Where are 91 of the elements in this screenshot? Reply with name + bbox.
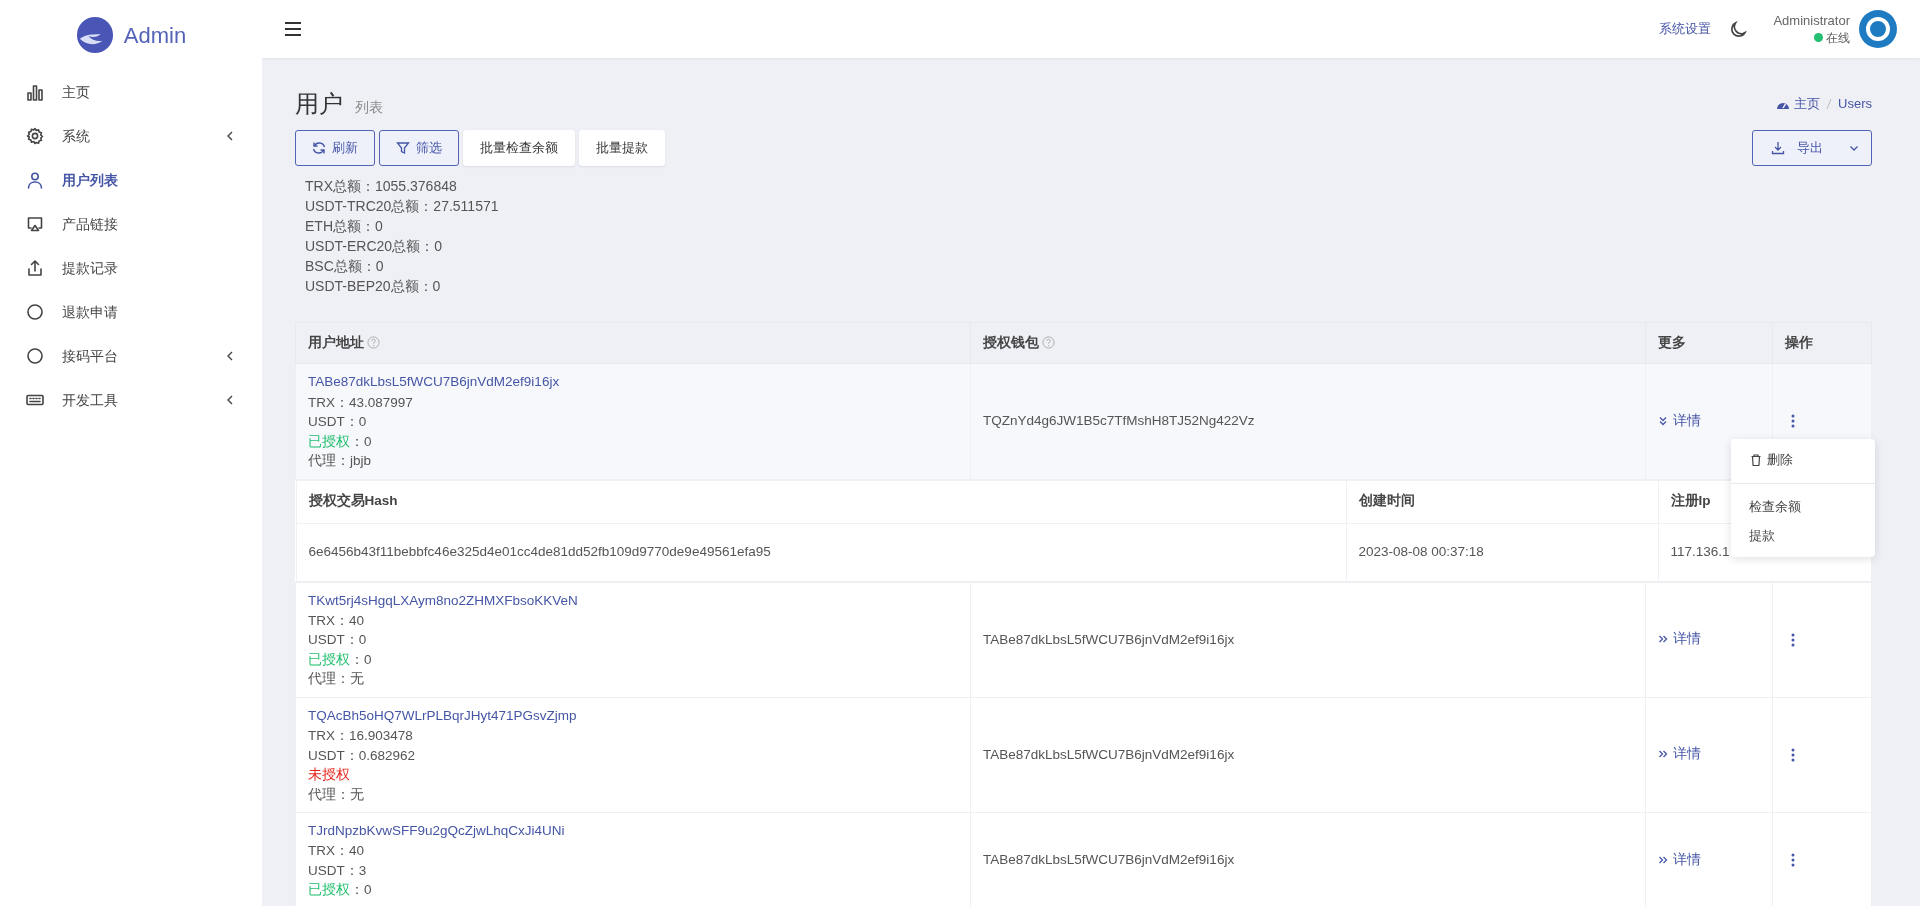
address-link[interactable]: TKwt5rj4sHgqLXAym8no2ZHMXFbsoKKVeN <box>308 590 578 610</box>
usdt-balance: USDT：3 <box>308 861 368 880</box>
logo-text: Admin <box>123 21 187 50</box>
column-header: 注册Ip <box>1670 493 1711 509</box>
menu-item[interactable]: 删除 <box>1731 445 1875 475</box>
sidebar-item[interactable]: 提款记录 <box>0 246 262 290</box>
authorization-status: 已授权：0 <box>308 432 373 451</box>
breadcrumb-link[interactable]: 主页 <box>1776 94 1821 114</box>
more-vertical-icon[interactable] <box>1791 632 1795 647</box>
total-text: USDT-BEP20总额：0 <box>304 277 442 296</box>
chevron-double-down-icon <box>1658 415 1668 426</box>
menu-item[interactable]: 提款 <box>1731 521 1875 551</box>
logo-icon <box>75 16 114 54</box>
bar-chart-icon <box>26 83 44 101</box>
authorization-status: 已授权：0 <box>308 881 373 900</box>
wallet-address: TABe87dkLbsL5fWCU7B6jnVdM2ef9i16jx <box>983 746 1235 762</box>
settings-icon <box>26 127 44 145</box>
column-header: 授权交易Hash <box>308 493 398 509</box>
usdt-balance: USDT：0 <box>308 413 368 431</box>
chevron-double-right-icon <box>1658 634 1668 645</box>
trx-balance: TRX：40 <box>308 611 366 630</box>
agent-text: 代理：jbjb <box>308 452 372 470</box>
menu-icon[interactable] <box>284 21 302 37</box>
breadcrumb-link[interactable]: Users <box>1838 94 1872 114</box>
circle-icon <box>26 347 44 365</box>
authorization-status: 未授权 <box>308 766 351 784</box>
sidebar-item[interactable]: 主页 <box>0 70 262 114</box>
sidebar-item[interactable]: 产品链接 <box>0 202 262 246</box>
agent-text: 代理：无 <box>308 785 365 804</box>
total-text: BSC总额：0 <box>304 257 385 276</box>
chevron-double-right-icon <box>1658 749 1668 760</box>
sidebar-item[interactable]: 开发工具 <box>0 378 262 422</box>
user-name: Administrator <box>1773 12 1850 30</box>
wallet-address: TABe87dkLbsL5fWCU7B6jnVdM2ef9i16jx <box>983 852 1235 868</box>
upload-icon <box>26 259 44 277</box>
table-cell: 2023-08-08 00:37:18 <box>1358 543 1484 559</box>
agent-text: 代理：无 <box>308 670 365 689</box>
table-cell: 117.136.1 <box>1670 543 1730 559</box>
circle-icon <box>26 303 44 321</box>
column-header: 授权钱包 <box>983 335 1039 350</box>
breadcrumb-divider <box>1826 98 1833 110</box>
address-link[interactable]: TABe87dkLbsL5fWCU7B6jnVdM2ef9i16jx <box>308 372 560 392</box>
user-icon <box>26 171 44 189</box>
column-header: 操作 <box>1785 335 1813 350</box>
export-button[interactable]: 导出 <box>1752 130 1872 166</box>
usdt-balance: USDT：0 <box>308 631 368 650</box>
address-link[interactable]: TJrdNpzbKvwSFF9u2gQcZjwLhqCxJi4UNi <box>308 821 565 841</box>
chevron-double-right-icon <box>1658 854 1668 865</box>
total-text: USDT-TRC20总额：27.511571 <box>304 197 500 216</box>
details-link[interactable]: 详情 <box>1658 628 1701 650</box>
status-text: 在线 <box>1826 29 1850 46</box>
toolbar-button[interactable]: 批量提款 <box>579 130 665 166</box>
total-text: ETH总额：0 <box>304 217 384 236</box>
column-header: 用户地址 <box>308 335 364 350</box>
toolbar-button[interactable]: 批量检查余额 <box>463 130 575 166</box>
trx-balance: TRX：43.087997 <box>308 393 414 412</box>
details-link[interactable]: 详情 <box>1658 744 1701 765</box>
table-cell: 6e6456b43f11bebbfc46e325d4e01cc4de81dd52fb109d9770de9e49561efa95 <box>308 543 771 559</box>
page-subtitle: 列表 <box>355 98 383 117</box>
sidebar-item[interactable]: 用户列表 <box>0 158 262 202</box>
sidebar-item[interactable]: 接码平台 <box>0 334 262 378</box>
status-dot <box>1814 33 1823 43</box>
column-header: 创建时间 <box>1358 493 1415 509</box>
trx-balance: TRX：40 <box>308 842 366 861</box>
address-link[interactable]: TQAcBh5oHQ7WLrPLBqrJHyt471PGsvZjmp <box>308 705 577 726</box>
download-icon <box>1771 141 1785 155</box>
sidebar-item[interactable]: 系统 <box>0 114 262 158</box>
filter-icon <box>396 141 410 155</box>
refresh-icon <box>312 141 326 155</box>
page-title: 用户 <box>295 89 343 119</box>
settings-link[interactable]: 系统设置 <box>1659 19 1712 39</box>
toolbar-button[interactable]: 刷新 <box>295 130 375 166</box>
authorization-status: 已授权：0 <box>308 650 373 669</box>
trash-icon <box>1749 453 1763 468</box>
wallet-address: TQZnYd4g6JW1B5c7TfMshH8TJ52Ng422Vz <box>983 413 1255 429</box>
toolbar-button[interactable]: 筛选 <box>379 130 459 166</box>
usdt-balance: USDT：0.682962 <box>308 746 417 765</box>
more-vertical-icon[interactable] <box>1791 853 1795 868</box>
monitor-icon <box>26 215 44 233</box>
menu-item[interactable]: 检查余额 <box>1731 491 1875 522</box>
total-text: USDT-ERC20总额：0 <box>304 237 443 256</box>
more-vertical-icon[interactable] <box>1791 747 1795 762</box>
wallet-address: TABe87dkLbsL5fWCU7B6jnVdM2ef9i16jx <box>983 631 1235 647</box>
trx-balance: TRX：16.903478 <box>308 727 414 745</box>
total-text: TRX总额：1055.376848 <box>304 177 458 196</box>
details-link[interactable]: 详情 <box>1658 849 1701 870</box>
column-header: 更多 <box>1658 335 1686 350</box>
more-vertical-icon[interactable] <box>1791 414 1795 429</box>
sidebar-item[interactable]: 退款申请 <box>0 290 262 334</box>
details-link[interactable]: 详情 <box>1658 410 1701 431</box>
avatar[interactable] <box>1858 9 1898 49</box>
